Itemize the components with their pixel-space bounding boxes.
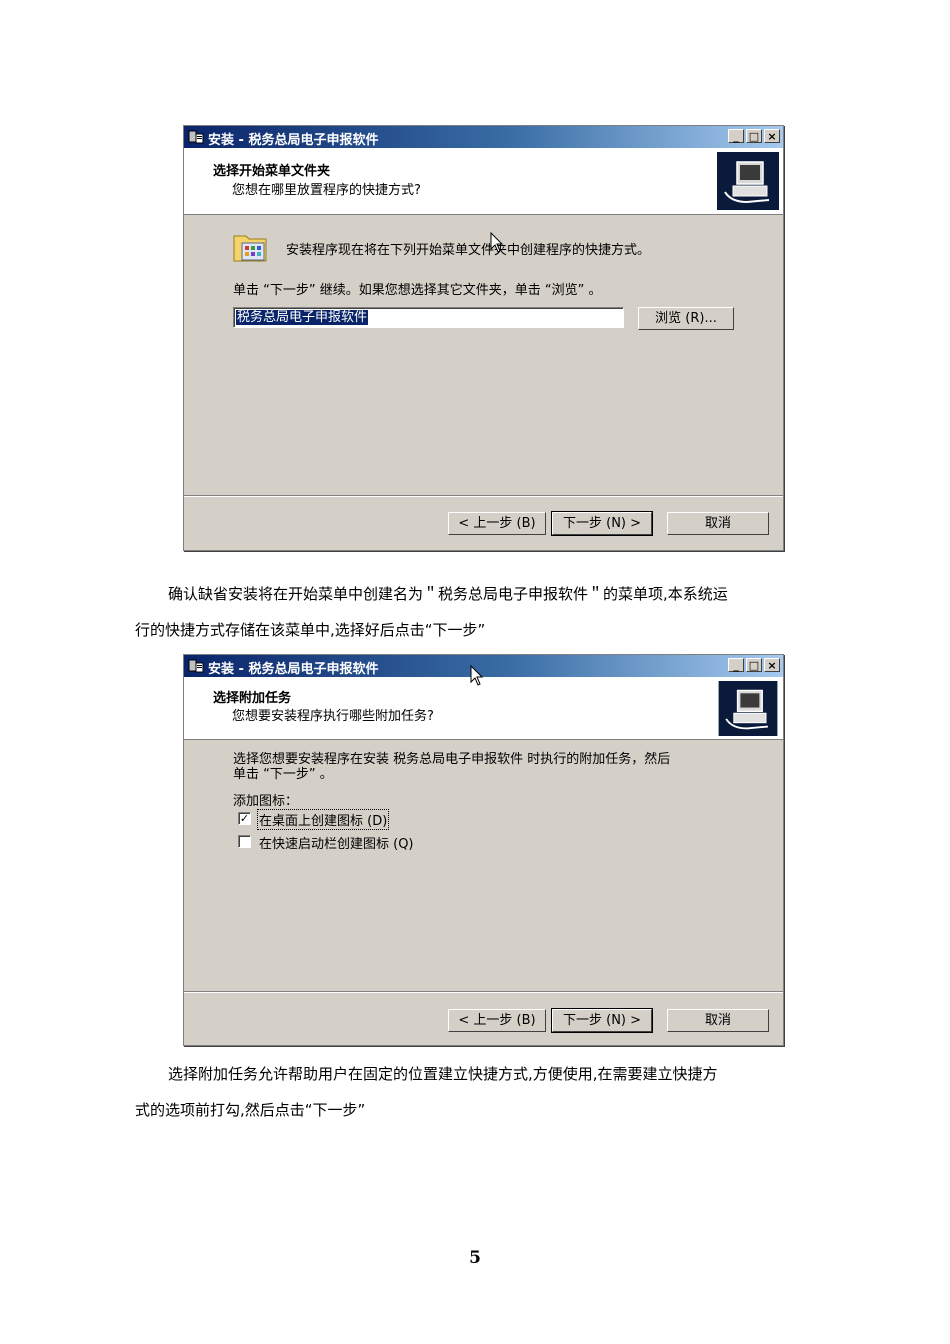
close-button[interactable]: × <box>764 129 780 143</box>
window-title: 安装 - 税务总局电子申报软件 <box>208 662 379 677</box>
setup-app-icon <box>188 659 204 673</box>
page-subtitle: 您想在哪里放置程序的快捷方式? <box>232 183 421 198</box>
setup-app-icon <box>188 130 204 144</box>
footer-divider <box>184 495 783 497</box>
caption-2: 选择附加任务允许帮助用户在固定的位置建立快捷方式,方便使用,在需要建立快捷方 式… <box>135 1056 803 1128</box>
back-button[interactable]: < 上一步 (B) <box>448 512 546 535</box>
folder-name-value: 税务总局电子申报软件 <box>236 310 369 325</box>
installer-computer-icon <box>718 681 778 736</box>
folder-name-input[interactable]: 税务总局电子申报软件 <box>233 307 624 328</box>
wizard-header: 选择开始菜单文件夹 您想在哪里放置程序的快捷方式? <box>184 148 783 215</box>
maximize-button[interactable]: □ <box>746 658 762 672</box>
description-line-2: 单击 “下一步” 。 <box>233 767 333 782</box>
page-title: 选择附加任务 <box>213 691 292 706</box>
cancel-button[interactable]: 取消 <box>667 1009 769 1032</box>
start-menu-folder-icon <box>233 235 267 262</box>
minimize-button[interactable]: _ <box>728 658 744 672</box>
close-button[interactable]: × <box>764 658 780 672</box>
caption-2-line-1: 选择附加任务允许帮助用户在固定的位置建立快捷方式,方便使用,在需要建立快捷方 <box>168 1065 718 1083</box>
caption-1-line-2: 行的快捷方式存储在该菜单中,选择好后点击“下一步” <box>135 621 486 639</box>
start-menu-folder-dialog: 安装 - 税务总局电子申报软件 _ □ × 选择开始菜单文件夹 您想在哪里放置程序的… <box>183 125 784 551</box>
desktop-icon-label[interactable]: 在桌面上创建图标 (D) <box>256 809 390 830</box>
page-subtitle: 您想要安装程序执行哪些附加任务? <box>232 709 434 724</box>
installer-computer-icon <box>717 152 779 210</box>
cancel-button[interactable]: 取消 <box>667 512 769 535</box>
quick-launch-icon-label[interactable]: 在快速启动栏创建图标 (Q) <box>259 833 414 852</box>
info-text: 安装程序现在将在下列开始菜单文件夹中创建程序的快捷方式。 <box>286 243 651 258</box>
group-label: 添加图标： <box>233 794 299 809</box>
minimize-button[interactable]: _ <box>728 129 744 143</box>
page-title: 选择开始菜单文件夹 <box>213 164 331 179</box>
browse-button[interactable]: 浏览 (R)... <box>638 307 734 330</box>
window-title: 安装 - 税务总局电子申报软件 <box>208 133 379 148</box>
caption-1-line-1: 确认缺省安装将在开始菜单中创建名为＂税务总局电子申报软件＂的菜单项,本系统运 <box>168 585 728 603</box>
instruction-text: 单击 “下一步” 继续。如果您想选择其它文件夹，单击 “浏览” 。 <box>233 283 602 298</box>
caption-1: 确认缺省安装将在开始菜单中创建名为＂税务总局电子申报软件＂的菜单项,本系统运 行… <box>135 576 803 648</box>
page-number: 5 <box>469 1248 481 1268</box>
next-button[interactable]: 下一步 (N) > <box>551 511 653 536</box>
mouse-cursor-icon <box>490 232 504 253</box>
caption-2-line-2: 式的选项前打勾,然后点击“下一步” <box>135 1101 366 1119</box>
back-button[interactable]: < 上一步 (B) <box>448 1009 546 1032</box>
maximize-button[interactable]: □ <box>746 129 762 143</box>
desktop-icon-checkbox[interactable]: ✓ <box>238 812 251 825</box>
quick-launch-icon-checkbox[interactable] <box>238 835 251 848</box>
mouse-cursor-icon <box>470 665 484 686</box>
title-bar: 安装 - 税务总局电子申报软件 _ □ × <box>184 126 783 148</box>
additional-tasks-dialog: 安装 - 税务总局电子申报软件 _ □ × 选择附加任务 您想要安装程序执行哪些附加… <box>183 654 784 1046</box>
footer-divider <box>184 991 783 993</box>
next-button[interactable]: 下一步 (N) > <box>551 1008 653 1033</box>
